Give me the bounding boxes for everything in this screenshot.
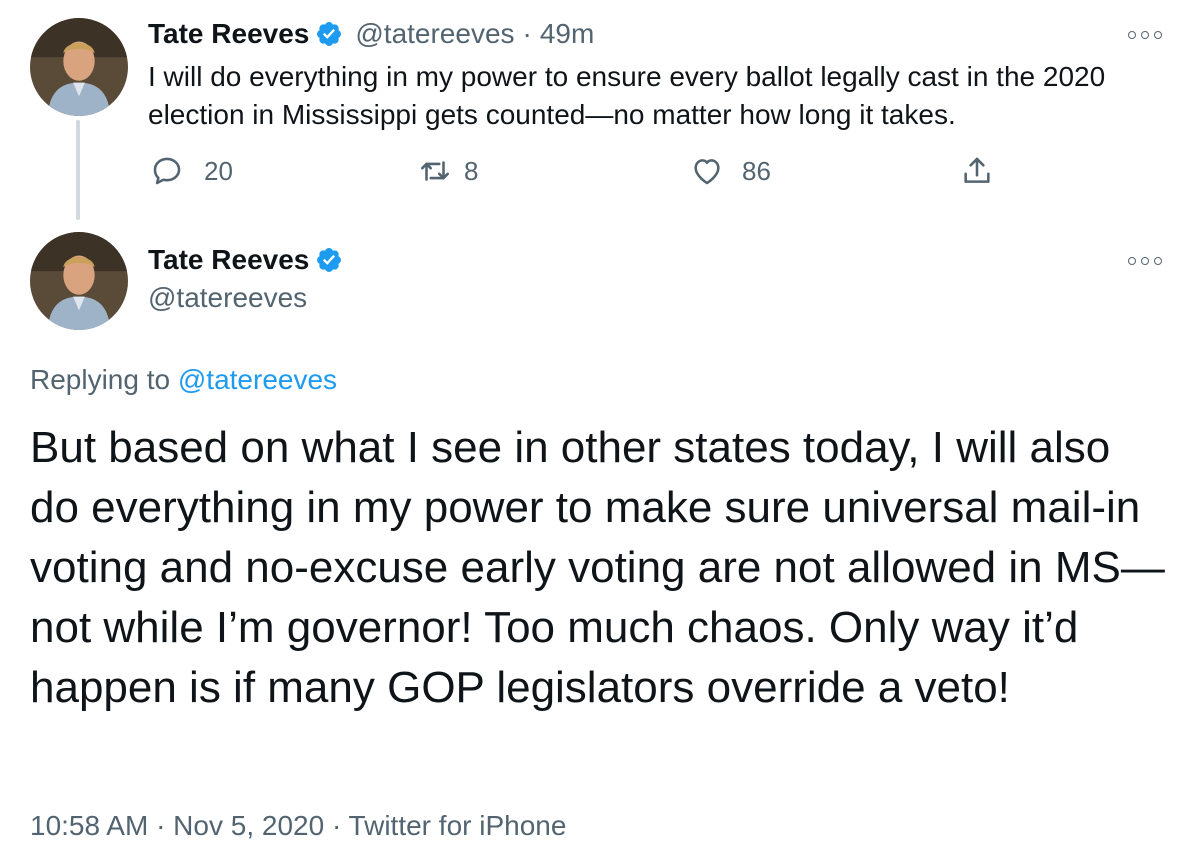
retweet-count: 8 [464,155,479,186]
like-count: 86 [742,155,771,186]
tweet-text: I will do everything in my power to ensu… [148,61,1106,130]
more-options-icon[interactable] [1128,254,1162,268]
retweet-button[interactable]: 8 [418,154,478,188]
like-icon [690,154,724,188]
display-name[interactable]: Tate Reeves [148,18,309,50]
retweet-icon [418,154,452,188]
verified-badge-icon [315,20,343,48]
timestamp[interactable]: 49m [540,18,594,50]
separator-dot: · [522,18,532,49]
tweet1-header: Tate Reeves @tatereeves · 49m [148,18,594,50]
thread-connector-line [76,120,80,220]
more-options-icon[interactable] [1128,28,1162,42]
reply-button[interactable]: 20 [150,154,233,188]
replying-to-link[interactable]: @tatereeves [178,364,337,395]
avatar[interactable] [30,18,128,116]
reply-count: 20 [204,155,233,186]
tweet-text: But based on what I see in other states … [30,423,1165,712]
reply-icon [150,154,184,188]
verified-badge-icon [315,246,343,274]
replying-to: Replying to @tatereeves [30,364,337,396]
share-icon [960,154,994,188]
share-button[interactable] [960,154,994,188]
handle[interactable]: @tatereeves [148,282,307,314]
tweet2-header: Tate Reeves [148,244,343,276]
replying-to-label: Replying to [30,364,171,395]
display-name[interactable]: Tate Reeves [148,244,309,276]
tweet-metadata[interactable]: 10:58 AM · Nov 5, 2020 · Twitter for iPh… [30,810,566,842]
avatar[interactable] [30,232,128,330]
like-button[interactable]: 86 [690,154,771,188]
handle[interactable]: @tatereeves [355,18,514,50]
